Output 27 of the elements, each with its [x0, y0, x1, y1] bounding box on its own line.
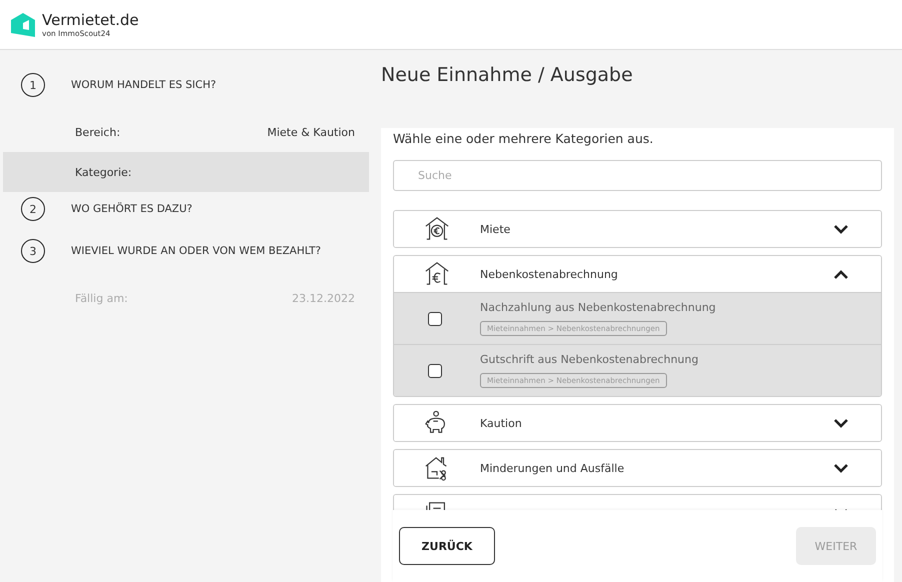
subcategory-label: Gutschrift aus Nebenkostenabrechnung [480, 353, 698, 366]
summary-row[interactable]: Bereich: Miete & Kaution [3, 112, 369, 152]
step-title: WORUM HANDELT ES SICH? [71, 79, 216, 91]
back-button[interactable]: ZURÜCK [399, 527, 495, 565]
step-title: WO GEHÖRT ES DAZU? [71, 203, 192, 215]
page-title: Neue Einnahme / Ausgabe [381, 64, 634, 88]
category-header[interactable]: Minderungen und Ausfälle [394, 450, 881, 486]
instruction-text: Wähle eine oder mehrere Kategorien aus. [393, 131, 654, 146]
house-euro-icon [424, 261, 450, 287]
category-header[interactable]: Kaution [394, 405, 881, 441]
search-field[interactable]: Suche [393, 160, 882, 191]
summary-row[interactable]: Kategorie: [3, 152, 369, 192]
chevron-icon [834, 418, 848, 428]
step-title: WIEVIEL WURDE AN ODER VON WEM BEZAHLT? [71, 245, 321, 257]
house-logo-icon [10, 12, 36, 38]
brand-name: Vermietet.de [42, 11, 139, 29]
step-number: 2 [21, 197, 45, 221]
step-number: 1 [21, 73, 45, 97]
subcategory-label: Nachzahlung aus Nebenkostenabrechnung [480, 301, 716, 314]
chevron-icon [834, 224, 848, 234]
checkbox[interactable] [428, 312, 442, 326]
house-euro-icon [424, 216, 450, 242]
category-header[interactable]: Miete [394, 211, 881, 247]
checkbox[interactable] [428, 364, 442, 378]
chevron-icon [834, 270, 848, 278]
chevron-icon [834, 464, 848, 472]
step-number: 3 [21, 239, 45, 263]
